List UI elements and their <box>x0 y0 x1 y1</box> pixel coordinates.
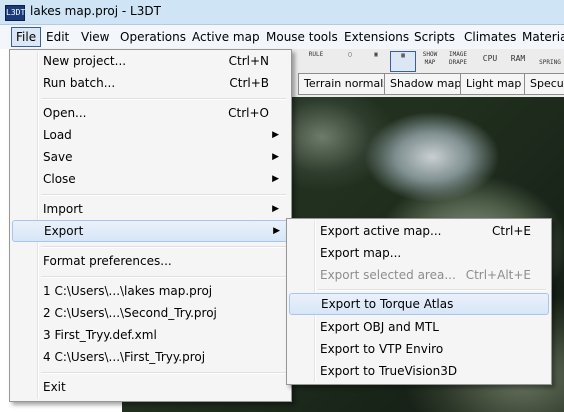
file-menu: New project... Ctrl+N Run batch... Ctrl+… <box>9 49 292 402</box>
menu-edit[interactable]: Edit <box>42 28 73 46</box>
menu-item-load[interactable]: Load ▶ <box>12 124 287 146</box>
deselect-area-button[interactable]: ▣ <box>364 51 388 70</box>
menu-item-export[interactable]: Export ▶ <box>12 220 289 242</box>
title-bar: L3DT lakes map.proj - L3DT <box>0 0 564 25</box>
menu-item-export-vtp-enviro[interactable]: Export to VTP Enviro <box>289 338 547 360</box>
menu-item-label: Import <box>43 202 83 216</box>
menu-item-label: 3 First_Tryy.def.xml <box>43 328 157 342</box>
menu-mouse-tools[interactable]: Mouse tools <box>262 28 342 46</box>
menu-item-label: Exit <box>43 380 66 394</box>
window-title: lakes map.proj - L3DT <box>30 4 161 18</box>
app-icon: L3DT <box>5 5 25 21</box>
menu-item-label: Export OBJ and MTL <box>320 320 439 334</box>
menu-item-save[interactable]: Save ▶ <box>12 146 287 168</box>
menu-item-shortcut: Ctrl+O <box>228 106 269 120</box>
menu-item-label: Export selected area... <box>320 268 456 282</box>
show-map-button[interactable]: SHOW MAP <box>418 51 442 70</box>
export-submenu: Export active map... Ctrl+E Export map..… <box>286 218 552 385</box>
menu-item-shortcut: Ctrl+N <box>228 54 269 68</box>
menu-item-label: Format preferences... <box>43 254 172 268</box>
tab-light-map[interactable]: Light map <box>460 73 528 95</box>
tab-terrain-normals[interactable]: Terrain normals <box>298 73 396 95</box>
map-tabs: Terrain normals Shadow map Light map Spe… <box>288 73 564 97</box>
toolbar: RULE ▢ ▣ ▦ SHOW MAP IMAGE DRAPE CPU RAM … <box>288 49 564 74</box>
tab-specular[interactable]: Specula <box>524 73 564 95</box>
menu-separator <box>41 372 286 374</box>
submenu-arrow-icon: ▶ <box>273 226 280 236</box>
menu-separator <box>41 98 286 100</box>
menu-item-label: 1 C:\Users\...\lakes map.proj <box>43 284 213 298</box>
menu-bar: File Edit View Operations Active map Mou… <box>0 25 564 50</box>
menu-item-label: Run batch... <box>43 76 116 90</box>
menu-item-export-truevision3d[interactable]: Export to TrueVision3D <box>289 360 547 382</box>
menu-operations[interactable]: Operations <box>116 28 190 46</box>
menu-file[interactable]: File <box>11 27 42 47</box>
submenu-arrow-icon: ▶ <box>272 174 279 184</box>
menu-item-recent-3[interactable]: 3 First_Tryy.def.xml <box>12 324 287 346</box>
submenu-arrow-icon: ▶ <box>272 130 279 140</box>
menu-item-export-obj-mtl[interactable]: Export OBJ and MTL <box>289 316 547 338</box>
menu-separator <box>41 194 286 196</box>
ram-button[interactable]: RAM <box>506 55 530 74</box>
submenu-arrow-icon: ▶ <box>272 204 279 214</box>
menu-extensions[interactable]: Extensions <box>340 28 413 46</box>
menu-active-map[interactable]: Active map <box>188 28 264 46</box>
menu-item-label: Open... <box>43 106 87 120</box>
menu-item-format-preferences[interactable]: Format preferences... <box>12 250 287 272</box>
menu-item-label: Export map... <box>320 246 402 260</box>
menu-item-export-map[interactable]: Export map... <box>289 242 547 264</box>
cpu-button[interactable]: CPU <box>478 55 502 74</box>
menu-item-label: Export active map... <box>320 224 442 238</box>
menu-view[interactable]: View <box>77 28 113 46</box>
full-map-button[interactable]: ▦ <box>390 51 416 72</box>
menu-item-label: Export <box>44 224 84 238</box>
menu-item-label: Export to VTP Enviro <box>320 342 444 356</box>
menu-item-shortcut: Ctrl+B <box>229 76 269 90</box>
menu-item-new-project[interactable]: New project... Ctrl+N <box>12 50 287 72</box>
tab-shadow-map[interactable]: Shadow map <box>384 73 468 95</box>
menu-item-exit[interactable]: Exit <box>12 376 287 398</box>
menu-item-label: New project... <box>43 54 127 68</box>
menu-item-run-batch[interactable]: Run batch... Ctrl+B <box>12 72 287 94</box>
menu-item-recent-1[interactable]: 1 C:\Users\...\lakes map.proj <box>12 280 287 302</box>
menu-materials[interactable]: Materia <box>518 28 564 46</box>
submenu-arrow-icon: ▶ <box>272 152 279 162</box>
menu-item-label: Export to Torque Atlas <box>321 297 454 311</box>
menu-item-label: 2 C:\Users\...\Second_Try.proj <box>43 306 217 320</box>
image-drape-button[interactable]: IMAGE DRAPE <box>446 51 470 70</box>
menu-separator <box>318 289 546 291</box>
menu-scripts[interactable]: Scripts <box>410 28 459 46</box>
menu-item-label: Close <box>43 172 76 186</box>
menu-item-export-selected-area: Export selected area... Ctrl+Alt+E <box>289 264 547 286</box>
menu-item-label: Load <box>43 128 72 142</box>
select-area-button[interactable]: ▢ <box>338 51 362 70</box>
menu-item-recent-2[interactable]: 2 C:\Users\...\Second_Try.proj <box>12 302 287 324</box>
menu-item-open[interactable]: Open... Ctrl+O <box>12 102 287 124</box>
menu-item-label: Export to TrueVision3D <box>320 364 458 378</box>
menu-item-recent-4[interactable]: 4 C:\Users\...\First_Tryy.proj <box>12 346 287 368</box>
menu-separator <box>41 276 286 278</box>
menu-item-import[interactable]: Import ▶ <box>12 198 287 220</box>
menu-item-label: Save <box>43 150 73 164</box>
menu-item-shortcut: Ctrl+Alt+E <box>465 268 531 282</box>
menu-item-label: 4 C:\Users\...\First_Tryy.proj <box>43 350 206 364</box>
menu-item-export-torque-atlas[interactable]: Export to Torque Atlas <box>289 293 549 315</box>
rule-tool-button[interactable]: RULE <box>304 51 328 70</box>
menu-climates[interactable]: Climates <box>460 28 520 46</box>
menu-item-shortcut: Ctrl+E <box>492 224 531 238</box>
menu-item-close[interactable]: Close ▶ <box>12 168 287 190</box>
menu-separator <box>41 246 286 248</box>
menu-item-export-active-map[interactable]: Export active map... Ctrl+E <box>289 220 547 242</box>
